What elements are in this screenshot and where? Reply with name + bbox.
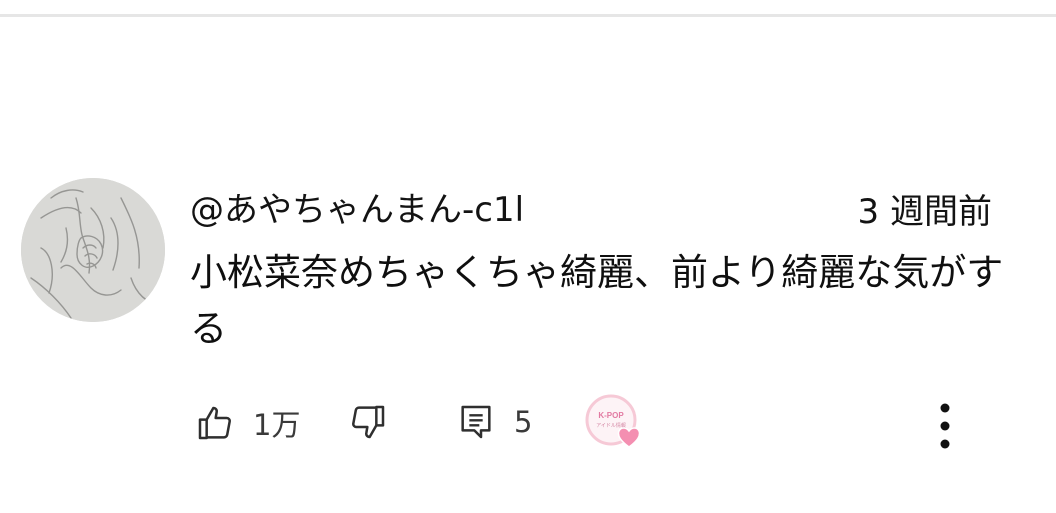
like-count: 1万 — [253, 408, 301, 442]
avatar[interactable] — [21, 178, 165, 322]
comment-timestamp: 3 週間前 — [857, 192, 992, 232]
comment-author[interactable]: @あやちゃんまん-c1l — [190, 188, 524, 232]
more-vertical-icon — [940, 403, 950, 449]
reply-button[interactable]: 5 — [456, 402, 532, 442]
creator-heart-badge: K-POP アイドル情報 — [585, 392, 649, 456]
comment-icon — [461, 405, 491, 439]
creator-avatar-heart-icon: K-POP アイドル情報 — [585, 394, 641, 448]
reply-count: 5 — [514, 405, 533, 439]
badge-title: K-POP — [598, 411, 624, 420]
thumbs-up-icon — [198, 406, 231, 440]
like-button[interactable]: 1万 — [195, 402, 300, 444]
thumbs-down-icon — [352, 405, 385, 439]
more-options-button[interactable] — [925, 400, 965, 452]
top-divider — [0, 14, 1056, 17]
dislike-button[interactable] — [348, 402, 388, 442]
sketch-portrait-icon — [21, 178, 165, 322]
comment-text: 小松菜奈めちゃくちゃ綺麗、前より綺麗な気がする — [190, 251, 1004, 350]
comment-actions: 1万 5 K-POP アイドル情報 — [0, 392, 1056, 456]
